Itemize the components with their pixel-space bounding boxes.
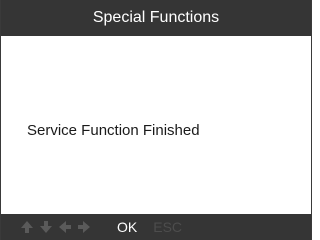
function-key-bar: OK ESC [1,214,311,240]
device-screen: Special Functions Service Function Finis… [0,0,312,240]
arrow-right-icon[interactable] [76,219,92,235]
arrow-left-icon[interactable] [57,219,73,235]
page-title: Special Functions [92,9,220,26]
arrow-up-icon[interactable] [19,219,35,235]
title-bar: Special Functions [1,0,311,36]
status-message: Service Function Finished [27,122,200,139]
content-area: Service Function Finished [1,36,311,214]
esc-button[interactable]: ESC [153,219,182,235]
ok-button[interactable]: OK [117,219,137,235]
arrow-down-icon[interactable] [38,219,54,235]
